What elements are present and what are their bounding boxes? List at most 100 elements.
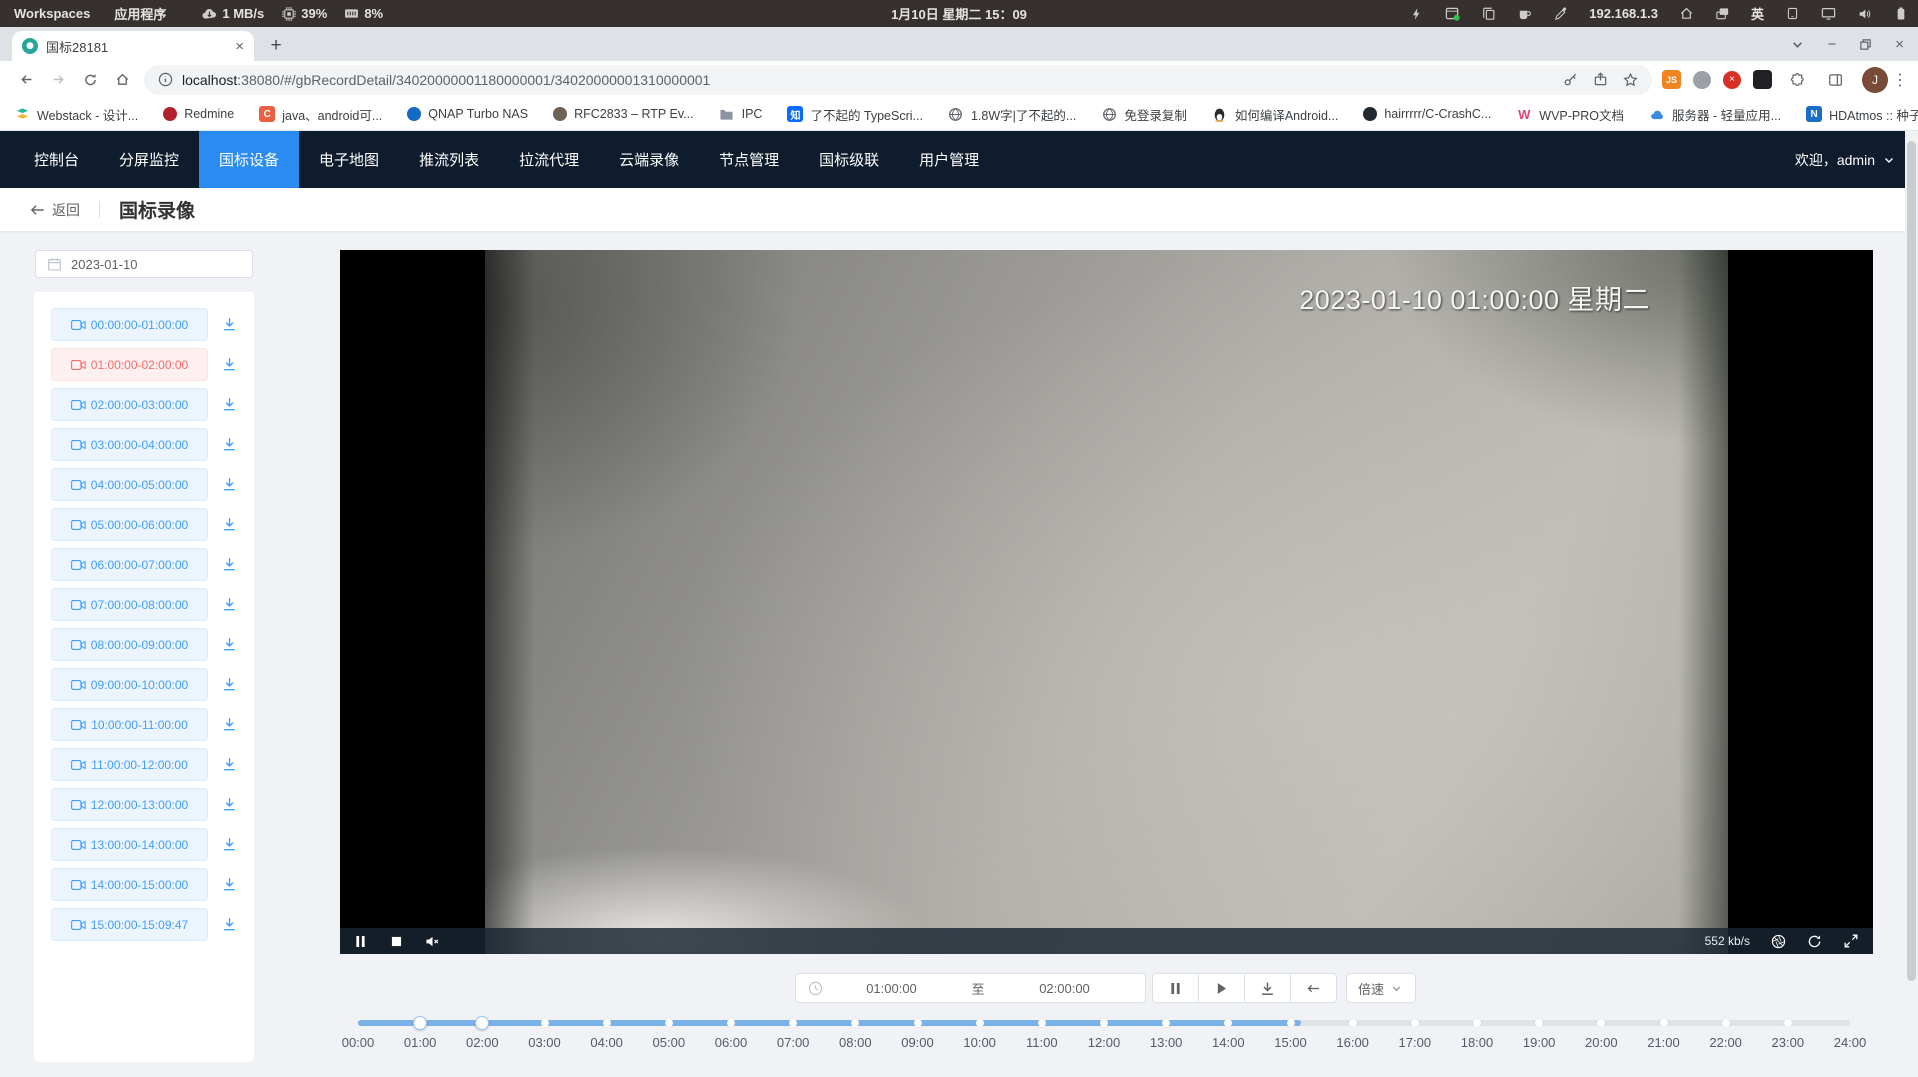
browser-tab[interactable]: 国标28181 × [12, 31, 254, 61]
extension-js-icon[interactable]: JS [1662, 70, 1681, 89]
download-record-button[interactable] [220, 316, 238, 334]
download-record-button[interactable] [220, 836, 238, 854]
download-record-button[interactable] [220, 356, 238, 374]
nav-tab-用户管理[interactable]: 用户管理 [899, 131, 999, 188]
record-pill[interactable]: 12:00:00-13:00:00 [51, 788, 208, 821]
site-info-icon[interactable] [158, 72, 173, 87]
profile-avatar[interactable]: J [1862, 67, 1888, 93]
record-pill[interactable]: 04:00:00-05:00:00 [51, 468, 208, 501]
timeline-handle[interactable] [413, 1016, 427, 1030]
pause-button[interactable] [1152, 973, 1199, 1003]
volume-icon[interactable] [1857, 6, 1872, 21]
color-picker-tray-icon[interactable] [1553, 6, 1568, 21]
bolt-tray-icon[interactable] [1409, 6, 1424, 21]
record-pill[interactable]: 08:00:00-09:00:00 [51, 628, 208, 661]
record-pill[interactable]: 15:00:00-15:09:47 [51, 908, 208, 941]
browser-forward-icon[interactable] [44, 66, 72, 94]
side-panel-icon[interactable] [1824, 69, 1846, 91]
home-tray-icon[interactable] [1679, 6, 1694, 21]
playback-speed-dropdown[interactable]: 倍速 [1346, 973, 1416, 1003]
bookmark-item[interactable]: Redmine [163, 107, 234, 121]
caffeine-tray-icon[interactable] [1517, 6, 1532, 21]
player-stop-icon[interactable] [389, 934, 404, 949]
share-icon[interactable] [1593, 72, 1608, 87]
download-record-button[interactable] [220, 636, 238, 654]
bookmark-item[interactable]: WWVP-PRO文档 [1516, 105, 1624, 124]
nav-tab-国标设备[interactable]: 国标设备 [199, 131, 299, 188]
record-pill[interactable]: 13:00:00-14:00:00 [51, 828, 208, 861]
snapshot-shutter-icon[interactable] [1771, 934, 1786, 949]
scrollbar-thumb[interactable] [1907, 141, 1916, 981]
bookmark-item[interactable]: 知了不起的 TypeScri... [787, 105, 923, 124]
nav-tab-电子地图[interactable]: 电子地图 [299, 131, 399, 188]
timeline-track[interactable] [358, 1020, 1850, 1026]
window-minimize-button[interactable]: − [1827, 36, 1836, 53]
seek-back-button[interactable] [1290, 973, 1337, 1003]
end-time-value[interactable]: 02:00:00 [996, 981, 1133, 996]
new-tab-button[interactable]: + [262, 32, 290, 60]
download-record-button[interactable] [220, 796, 238, 814]
player-pause-icon[interactable] [353, 934, 368, 949]
user-menu[interactable]: 欢迎，admin [1795, 131, 1918, 188]
address-bar[interactable]: localhost:38080/#/gbRecordDetail/3402000… [144, 65, 1652, 95]
nav-tab-国标级联[interactable]: 国标级联 [799, 131, 899, 188]
applications-menu[interactable]: 应用程序 [114, 4, 166, 23]
record-pill[interactable]: 05:00:00-06:00:00 [51, 508, 208, 541]
browser-menu-kebab-icon[interactable]: ⋮ [1892, 70, 1908, 90]
app-indicator-icon[interactable] [1445, 6, 1460, 21]
bookmark-item[interactable]: IPC [719, 106, 763, 122]
nav-tab-分屏监控[interactable]: 分屏监控 [99, 131, 199, 188]
fullscreen-icon[interactable] [1843, 934, 1858, 949]
bookmark-item[interactable]: RFC2833 – RTP Ev... [553, 107, 694, 121]
back-button[interactable]: 返回 [30, 200, 80, 220]
nav-tab-拉流代理[interactable]: 拉流代理 [499, 131, 599, 188]
nav-tab-控制台[interactable]: 控制台 [14, 131, 99, 188]
player-mute-icon[interactable] [425, 934, 440, 949]
browser-reload-icon[interactable] [76, 66, 104, 94]
timeline-handle[interactable] [475, 1016, 489, 1030]
bookmark-star-icon[interactable] [1623, 72, 1638, 87]
record-pill[interactable]: 09:00:00-10:00:00 [51, 668, 208, 701]
clipboard-tray-icon[interactable] [1481, 6, 1496, 21]
nav-tab-节点管理[interactable]: 节点管理 [699, 131, 799, 188]
download-record-button[interactable] [220, 396, 238, 414]
workspaces-button[interactable]: Workspaces [14, 6, 90, 21]
record-pill[interactable]: 01:00:00-02:00:00 [51, 348, 208, 381]
record-pill[interactable]: 10:00:00-11:00:00 [51, 708, 208, 741]
download-record-button[interactable] [220, 436, 238, 454]
record-pill[interactable]: 02:00:00-03:00:00 [51, 388, 208, 421]
input-method-indicator[interactable]: 英 [1751, 4, 1764, 23]
browser-home-icon[interactable] [108, 66, 136, 94]
bookmark-item[interactable]: 免登录复制 [1101, 105, 1187, 124]
window-close-button[interactable]: × [1895, 36, 1904, 53]
workspaces-tray-icon[interactable] [1715, 6, 1730, 21]
extension-gray-icon[interactable] [1693, 71, 1711, 89]
download-button[interactable] [1244, 973, 1291, 1003]
download-record-button[interactable] [220, 556, 238, 574]
time-range-input[interactable]: 01:00:00 至 02:00:00 [795, 973, 1146, 1003]
password-key-icon[interactable] [1563, 72, 1578, 87]
download-record-button[interactable] [220, 756, 238, 774]
play-button[interactable] [1198, 973, 1245, 1003]
download-record-button[interactable] [220, 676, 238, 694]
record-pill[interactable]: 03:00:00-04:00:00 [51, 428, 208, 461]
record-pill[interactable]: 00:00:00-01:00:00 [51, 308, 208, 341]
bookmark-item[interactable]: Webstack - 设计... [14, 105, 138, 124]
browser-back-icon[interactable] [12, 66, 40, 94]
bookmark-item[interactable]: 1.8W字|了不起的... [948, 105, 1076, 124]
tab-close-icon[interactable]: × [235, 39, 244, 54]
extension-red-icon[interactable]: × [1723, 71, 1741, 89]
record-pill[interactable]: 07:00:00-08:00:00 [51, 588, 208, 621]
download-record-button[interactable] [220, 516, 238, 534]
extensions-puzzle-icon[interactable] [1786, 69, 1808, 91]
nav-tab-云端录像[interactable]: 云端录像 [599, 131, 699, 188]
download-record-button[interactable] [220, 476, 238, 494]
bookmark-item[interactable]: NHDAtmos :: 种子 *... [1806, 105, 1918, 124]
download-record-button[interactable] [220, 596, 238, 614]
download-record-button[interactable] [220, 916, 238, 934]
display-settings-icon[interactable] [1821, 6, 1836, 21]
record-pill[interactable]: 14:00:00-15:00:00 [51, 868, 208, 901]
window-restore-button[interactable] [1858, 37, 1873, 52]
bookmark-item[interactable]: 服务器 - 轻量应用... [1649, 105, 1781, 124]
bookmark-item[interactable]: QNAP Turbo NAS [407, 107, 528, 121]
